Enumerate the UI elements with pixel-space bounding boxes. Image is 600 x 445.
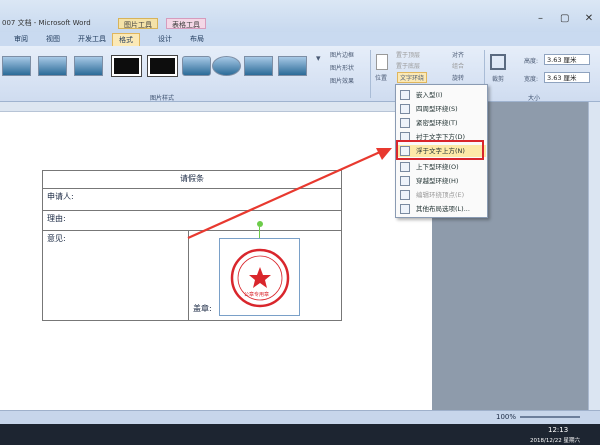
tab-view[interactable]: 视图 [40,33,66,46]
title-bar: 007 文档 - Microsoft Word [0,0,600,32]
picture-style-5[interactable] [147,55,178,77]
picture-effects-label: 图片效果 [330,78,355,85]
picture-border-label: 图片边框 [330,52,355,59]
picture-styles-group-label: 图片样式 [150,95,175,102]
close-button[interactable]: ✕ [578,12,600,26]
seal-image[interactable]: 公章专用章 [219,238,300,316]
picture-shape-button[interactable]: 图片形状 [330,63,354,72]
edit-wrap-points-icon [400,190,410,200]
tab-design[interactable]: 设计 [152,33,178,46]
clock-time[interactable]: 12:13 [548,426,568,434]
opinion-cell[interactable]: 意见: [42,230,189,321]
wrap-inline-icon [400,90,410,100]
window-title: 007 文档 - Microsoft Word [2,19,91,27]
position-label[interactable]: 位置 [375,73,387,82]
wrap-inline-item[interactable]: 嵌入型(I) [398,89,486,101]
picture-tools-tab[interactable]: 图片工具 [118,18,158,29]
taskbar: 12:13 2018/12/22 星期六 [0,424,600,445]
align-button[interactable]: 对齐 [452,50,464,59]
picture-style-2[interactable] [38,56,67,76]
wrap-square-icon [400,104,410,114]
tab-format[interactable]: 格式 [112,33,140,46]
wrap-through-item[interactable]: 穿越型环绕(H) [398,175,486,187]
picture-style-7[interactable] [212,56,241,76]
ruler [0,102,432,112]
wrap-item-label: 嵌入型(I) [416,91,443,99]
ribbon-separator [370,50,371,98]
crop-icon[interactable] [490,54,506,70]
wrap-item-label: 编辑环绕顶点(E) [416,191,465,199]
wrap-item-label: 紧密型环绕(T) [416,119,458,127]
vertical-scrollbar[interactable] [588,102,600,410]
wrap-square-item[interactable]: 四周型环绕(S) [398,103,486,115]
wrap-item-label: 四周型环绕(S) [416,105,458,113]
text-wrap-button[interactable]: 文字环绕 [397,72,428,83]
wrap-item-label: 其他布局选项(L)... [416,205,470,213]
maximize-button[interactable]: ▢ [554,12,576,26]
highlight-box [396,140,484,160]
wrap-tight-icon [400,118,410,128]
rotate-button[interactable]: 旋转 [452,73,464,82]
ribbon: ▾ 图片边框 图片形状 图片效果 图片样式 位置 置于顶层 置于底层 文字环绕 … [0,46,600,102]
width-label: 宽度: [524,76,539,83]
status-bar: 100% [0,410,600,424]
seal-icon [230,248,290,308]
minimize-button[interactable]: – [530,12,552,26]
edit-wrap-points-item: 编辑环绕顶点(E) [398,189,486,201]
wrap-topbottom-icon [400,162,410,172]
gallery-more-icon[interactable]: ▾ [316,54,321,64]
wrap-item-label: 上下型环绕(O) [416,163,459,171]
table-tools-tab[interactable]: 表格工具 [166,18,206,29]
text-wrap-label: 文字环绕 [400,75,425,82]
wrap-tight-item[interactable]: 紧密型环绕(T) [398,117,486,129]
layout-options-icon [400,204,410,214]
group-button[interactable]: 组合 [452,61,464,70]
stamp-label: 盖章: [193,304,212,313]
seal-text: 公章专用章 [244,292,270,298]
zoom-level[interactable]: 100% [496,413,516,421]
more-layout-options-item[interactable]: 其他布局选项(L)... [398,203,486,215]
height-input[interactable]: 3.63 厘米 [544,54,590,65]
tab-layout[interactable]: 布局 [184,33,210,46]
context-tab-band: 图片工具 表格工具 [118,18,218,29]
height-label: 高度: [524,58,539,65]
wrap-item-label: 穿越型环绕(H) [416,177,459,185]
crop-label[interactable]: 裁剪 [492,74,504,83]
picture-style-3[interactable] [74,56,103,76]
send-back-button[interactable]: 置于底层 [396,61,420,70]
bring-front-button[interactable]: 置于顶层 [396,50,420,59]
picture-border-button[interactable]: 图片边框 [330,50,354,59]
ribbon-tabs: 审阅 视图 开发工具 格式 设计 布局 [0,32,600,46]
window-controls: – ▢ ✕ [530,12,600,26]
size-group-label: 大小 [528,95,541,102]
annotation-arrow-icon [187,148,392,240]
picture-shape-label: 图片形状 [330,65,355,72]
tab-developer[interactable]: 开发工具 [72,33,112,46]
picture-style-6[interactable] [182,56,211,76]
picture-style-8[interactable] [244,56,273,76]
picture-style-9[interactable] [278,56,307,76]
picture-effects-button[interactable]: 图片效果 [330,76,354,85]
width-input[interactable]: 3.63 厘米 [544,72,590,83]
picture-style-1[interactable] [2,56,31,76]
position-icon[interactable] [376,54,388,70]
tab-review[interactable]: 审阅 [8,33,34,46]
picture-style-4[interactable] [111,55,142,77]
clock-date[interactable]: 2018/12/22 星期六 [530,436,580,444]
zoom-slider[interactable] [520,416,580,418]
wrap-topbottom-item[interactable]: 上下型环绕(O) [398,161,486,173]
wrap-through-icon [400,176,410,186]
